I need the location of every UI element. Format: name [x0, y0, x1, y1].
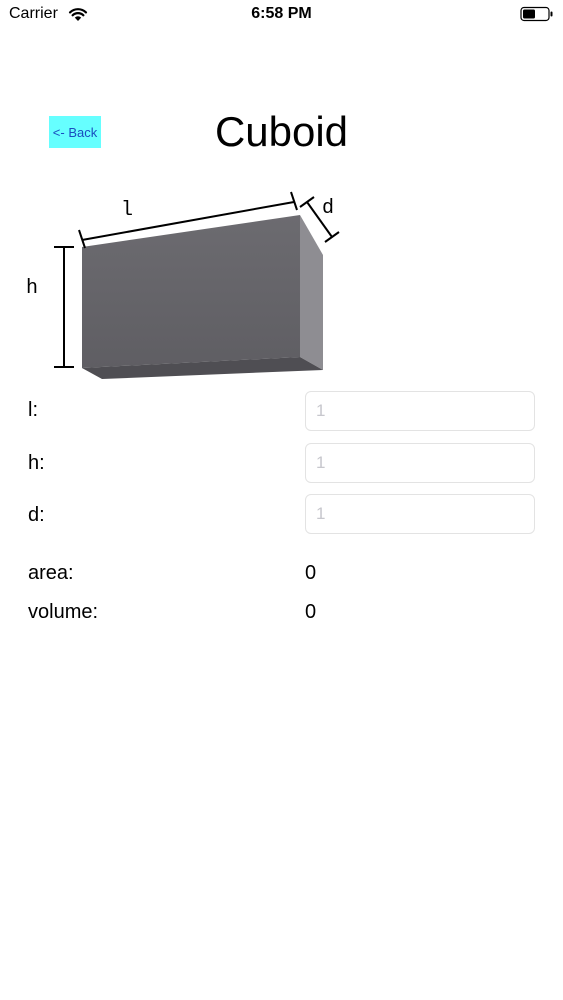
- cuboid-side-face: [300, 215, 323, 370]
- height-input[interactable]: [305, 443, 535, 483]
- dimension-label-h: h: [26, 277, 38, 300]
- length-label: l:: [28, 399, 38, 421]
- dimension-label-d: d: [322, 197, 334, 220]
- battery-icon: [520, 6, 553, 22]
- cuboid-diagram: l d h: [26, 191, 340, 379]
- length-input[interactable]: [305, 391, 535, 431]
- page-title: Cuboid: [214, 108, 349, 155]
- volume-label: volume:: [28, 601, 99, 623]
- status-bar: Carrier 6:58 PM: [0, 0, 563, 30]
- cuboid-front-face: [82, 215, 300, 368]
- status-time: 6:58 PM: [251, 5, 312, 22]
- depth-label: d:: [28, 504, 45, 526]
- depth-input[interactable]: [305, 494, 535, 534]
- dimension-label-l: l: [121, 199, 133, 222]
- area-value: 0: [305, 562, 317, 584]
- area-label: area:: [28, 562, 74, 584]
- volume-value: 0: [305, 601, 317, 623]
- height-label: h:: [28, 452, 45, 474]
